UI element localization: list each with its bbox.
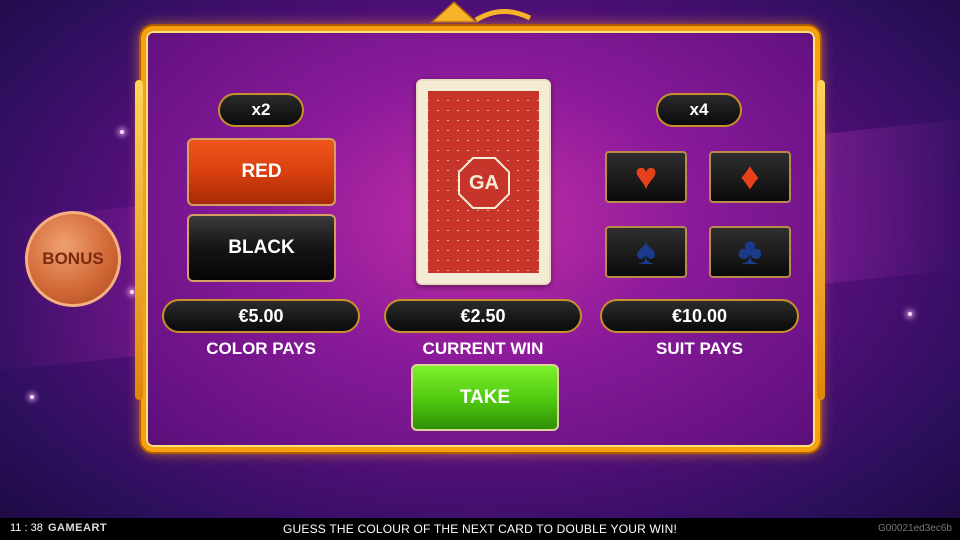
diamonds-button[interactable]: ♦ [709, 151, 791, 203]
color-pays-value: €5.00 [162, 299, 360, 333]
sparkle [30, 395, 34, 399]
black-button[interactable]: BLACK [187, 214, 336, 282]
card-logo-text: GA [469, 171, 499, 194]
clubs-button[interactable]: ♣ [709, 226, 791, 278]
suit-pays-label: SUIT PAYS [656, 339, 743, 358]
sparkle [120, 130, 124, 134]
take-button[interactable]: TAKE [411, 364, 559, 431]
spade-icon: ♠ [635, 231, 657, 273]
sparkle [908, 312, 912, 316]
red-button[interactable]: RED [187, 138, 336, 206]
heart-icon: ♥ [634, 156, 658, 198]
hearts-button[interactable]: ♥ [605, 151, 687, 203]
color-multiplier-badge: x2 [218, 93, 304, 127]
instruction-message: GUESS THE COLOUR OF THE NEXT CARD TO DOU… [282, 522, 677, 536]
frame-right-edge [817, 80, 825, 400]
current-win-value: €2.50 [384, 299, 582, 333]
spades-button[interactable]: ♠ [605, 226, 687, 278]
bottom-status-bar: 11 : 38 GAMEART GUESS THE COLOUR OF THE … [0, 518, 960, 540]
round-id: G00021ed3ec6b [878, 523, 952, 534]
suit-pays-value: €10.00 [600, 299, 799, 333]
diamond-icon: ♦ [740, 156, 760, 198]
face-down-card: GA [416, 79, 551, 285]
current-win-label: CURRENT WIN [422, 339, 544, 358]
bonus-button[interactable]: BONUS [25, 211, 121, 307]
frame-left-edge [135, 80, 143, 400]
crown-ornament [430, 0, 532, 23]
color-pays-label: COLOR PAYS [206, 339, 316, 358]
sparkle [130, 290, 134, 294]
suit-multiplier-badge: x4 [656, 93, 742, 127]
club-icon: ♣ [737, 231, 763, 273]
